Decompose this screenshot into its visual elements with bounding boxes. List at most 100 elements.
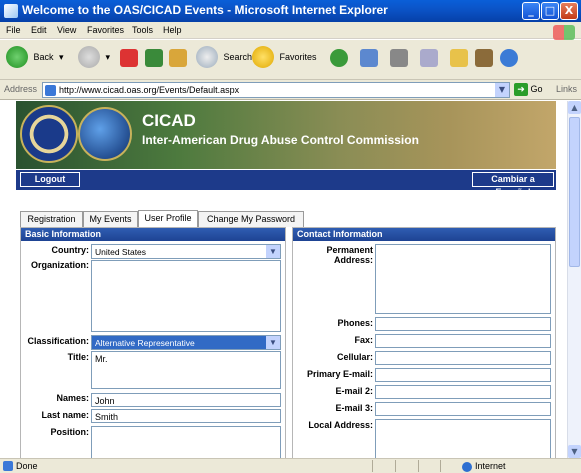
- last-name-value: Smith: [95, 412, 119, 422]
- classification-value: Alternative Representative: [95, 338, 195, 348]
- tab-change-password[interactable]: Change My Password: [198, 211, 304, 227]
- language-button[interactable]: Cambiar a Español: [472, 172, 554, 197]
- fax-label: Fax:: [354, 335, 373, 345]
- nav-bar: Logout Cambiar a Español: [16, 170, 556, 197]
- address-url: http://www.cicad.oas.org/Events/Default.…: [59, 85, 240, 95]
- go-label: Go: [530, 83, 543, 94]
- title-textarea[interactable]: Mr.: [91, 351, 281, 389]
- cellular-input[interactable]: [375, 351, 551, 365]
- organization-label: Organization:: [31, 260, 89, 270]
- status-divider: [372, 460, 373, 472]
- research-icon[interactable]: [475, 49, 493, 67]
- chevron-down-icon: ▼: [266, 245, 280, 258]
- cellular-label: Cellular:: [336, 352, 373, 362]
- address-bar: Address http://www.cicad.oas.org/Events/…: [0, 80, 581, 100]
- local-address-textarea[interactable]: [375, 419, 551, 458]
- zone-label: Internet: [475, 461, 506, 471]
- tab-user-profile[interactable]: User Profile: [138, 210, 198, 227]
- menu-edit[interactable]: Edit: [31, 25, 47, 35]
- favorites-button[interactable]: Favorites: [252, 46, 317, 72]
- stop-icon[interactable]: [120, 49, 138, 67]
- menu-view[interactable]: View: [57, 25, 76, 35]
- chevron-down-icon: ▾: [59, 51, 64, 62]
- star-icon: [252, 46, 274, 68]
- basic-information-header: Basic Information: [21, 228, 285, 241]
- security-zone: Internet: [462, 461, 506, 472]
- last-name-label: Last name:: [41, 410, 89, 420]
- organization-textarea[interactable]: [91, 260, 281, 332]
- chevron-down-icon: ▾: [105, 51, 111, 62]
- minimize-button[interactable]: _: [522, 2, 540, 20]
- refresh-icon[interactable]: [145, 49, 163, 67]
- messenger-icon[interactable]: [500, 49, 518, 67]
- home-icon[interactable]: [169, 49, 187, 67]
- maximize-button[interactable]: □: [541, 2, 559, 20]
- classification-select[interactable]: Alternative Representative ▼: [91, 335, 281, 350]
- position-label: Position:: [50, 427, 90, 437]
- title-value: Mr.: [95, 354, 108, 364]
- globe-icon: [462, 461, 472, 472]
- status-text: Done: [16, 461, 38, 471]
- search-label: Search: [223, 52, 253, 62]
- status-bar: Done Internet: [0, 458, 581, 473]
- tab-my-events[interactable]: My Events: [83, 211, 138, 227]
- close-button[interactable]: X: [560, 2, 578, 20]
- scroll-up-icon[interactable]: ▲: [568, 101, 581, 114]
- page-icon: [45, 85, 56, 96]
- fax-input[interactable]: [375, 334, 551, 348]
- names-input[interactable]: John: [91, 393, 281, 407]
- back-button[interactable]: Back ▾: [6, 46, 64, 72]
- permanent-address-textarea[interactable]: [375, 244, 551, 314]
- tab-registration[interactable]: Registration: [20, 211, 83, 227]
- history-icon[interactable]: [360, 49, 378, 67]
- menu-favorites[interactable]: Favorites: [87, 25, 124, 35]
- primary-email-label: Primary E-mail:: [306, 369, 373, 379]
- contact-information-header: Contact Information: [293, 228, 555, 241]
- phones-input[interactable]: [375, 317, 551, 331]
- country-value: United States: [95, 247, 147, 257]
- search-button[interactable]: Search: [196, 46, 252, 72]
- favorites-label: Favorites: [279, 52, 317, 62]
- menu-help[interactable]: Help: [163, 25, 182, 35]
- menu-bar: File Edit View Favorites Tools Help: [0, 22, 581, 40]
- primary-email-input[interactable]: [375, 368, 551, 382]
- page-done-icon: [3, 461, 13, 471]
- window-title: Welcome to the OAS/CICAD Events - Micros…: [22, 3, 388, 17]
- mail-icon[interactable]: [390, 49, 408, 67]
- print-icon[interactable]: [420, 49, 438, 67]
- title-label: Title:: [67, 352, 89, 362]
- country-select[interactable]: United States ▼: [91, 244, 281, 259]
- folder-icon[interactable]: [450, 49, 468, 67]
- email-2-input[interactable]: [375, 385, 551, 399]
- names-value: John: [95, 396, 115, 406]
- address-input[interactable]: http://www.cicad.oas.org/Events/Default.…: [42, 82, 510, 98]
- window-title-bar: Welcome to the OAS/CICAD Events - Micros…: [0, 0, 581, 22]
- oas-seal-logo: [20, 105, 78, 163]
- menu-tools[interactable]: Tools: [132, 25, 153, 35]
- status-divider: [440, 460, 441, 472]
- position-textarea[interactable]: [91, 426, 281, 458]
- go-button[interactable]: ➜ Go: [514, 83, 543, 96]
- forward-arrow-icon: [78, 46, 100, 68]
- chevron-down-icon: ▼: [266, 336, 280, 349]
- names-label: Names:: [56, 393, 89, 403]
- local-address-label: Local Address:: [308, 420, 373, 430]
- search-icon: [196, 46, 218, 68]
- last-name-input[interactable]: Smith: [91, 409, 281, 423]
- banner-title: CICAD: [142, 111, 196, 130]
- vertical-scrollbar[interactable]: ▲ ▼: [567, 101, 581, 458]
- cicad-globe-logo: [78, 107, 132, 161]
- classification-label: Classification:: [27, 336, 89, 346]
- media-icon[interactable]: [330, 49, 348, 67]
- chevron-down-icon[interactable]: ▼: [495, 83, 509, 97]
- links-button[interactable]: Links: [556, 84, 577, 94]
- windows-logo-icon: [553, 25, 575, 40]
- scroll-down-icon[interactable]: ▼: [568, 445, 581, 458]
- menu-file[interactable]: File: [6, 25, 21, 35]
- logout-button[interactable]: Logout: [20, 172, 80, 187]
- forward-button[interactable]: ▾: [78, 46, 110, 72]
- toolbar: Back ▾ ▾ Search Favorites: [0, 40, 581, 80]
- email-3-input[interactable]: [375, 402, 551, 416]
- scroll-thumb[interactable]: [569, 117, 580, 267]
- country-label: Country:: [51, 245, 90, 255]
